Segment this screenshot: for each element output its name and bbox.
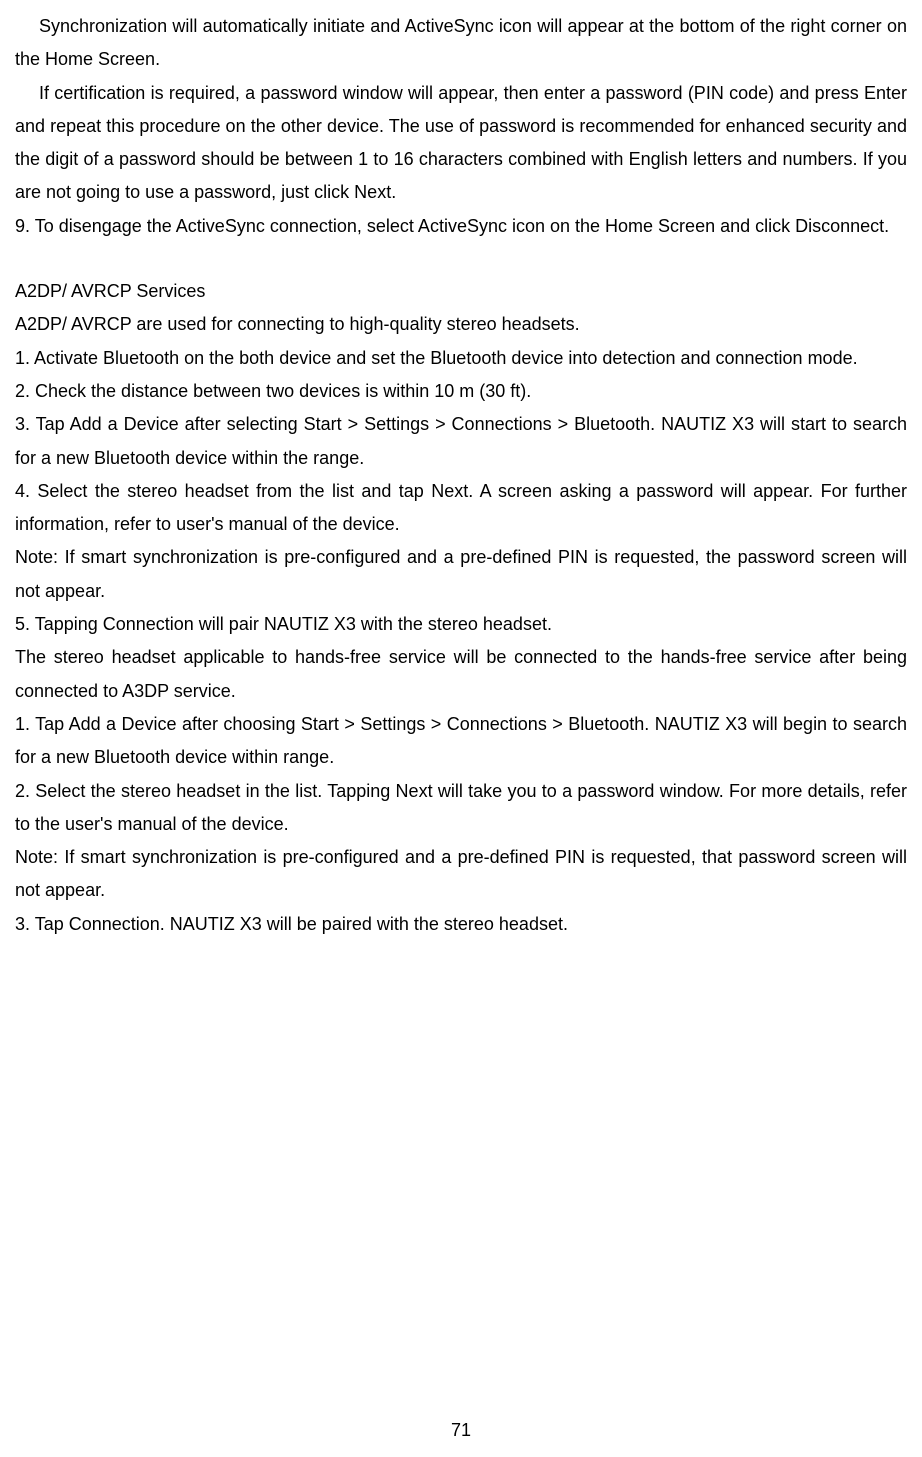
paragraph-a2dp-intro: A2DP/ AVRCP are used for connecting to h… — [15, 308, 907, 341]
paragraph-certification: If certification is required, a password… — [15, 77, 907, 210]
paragraph-a2dp-step-1: 1. Activate Bluetooth on the both device… — [15, 342, 907, 375]
paragraph-a2dp-step-4: 4. Select the stereo headset from the li… — [15, 475, 907, 542]
paragraph-note-2: Note: If smart synchronization is pre-co… — [15, 841, 907, 908]
section-spacer — [15, 243, 907, 275]
paragraph-note-1: Note: If smart synchronization is pre-co… — [15, 541, 907, 608]
paragraph-a2dp-step-3: 3. Tap Add a Device after selecting Star… — [15, 408, 907, 475]
paragraph-a2dp-step-2: 2. Check the distance between two device… — [15, 375, 907, 408]
page-number: 71 — [0, 1414, 922, 1447]
paragraph-hf-step-2: 2. Select the stereo headset in the list… — [15, 775, 907, 842]
paragraph-step-9: 9. To disengage the ActiveSync connectio… — [15, 210, 907, 243]
heading-a2dp-avrcp: A2DP/ AVRCP Services — [15, 275, 907, 308]
paragraph-hf-step-1: 1. Tap Add a Device after choosing Start… — [15, 708, 907, 775]
paragraph-sync-intro: Synchronization will automatically initi… — [15, 10, 907, 77]
paragraph-hf-step-3: 3. Tap Connection. NAUTIZ X3 will be pai… — [15, 908, 907, 941]
paragraph-a2dp-step-5: 5. Tapping Connection will pair NAUTIZ X… — [15, 608, 907, 641]
paragraph-handsfree: The stereo headset applicable to hands-f… — [15, 641, 907, 708]
